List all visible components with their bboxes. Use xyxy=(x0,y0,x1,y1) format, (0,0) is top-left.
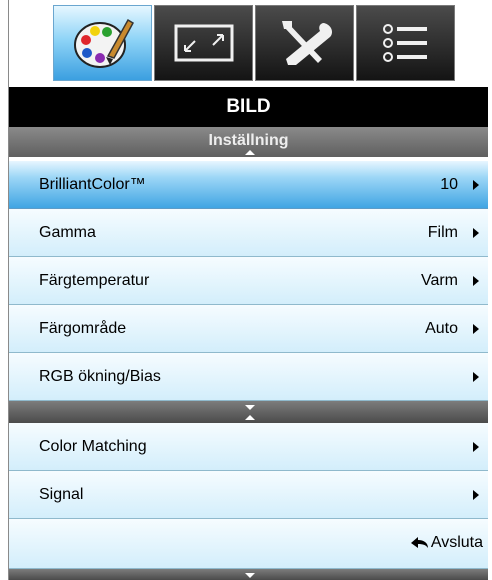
menu-item-gamma[interactable]: Gamma Film xyxy=(9,209,488,257)
osd-menu: BILD Inställning BrilliantColor™ 10 Gamm… xyxy=(8,0,488,580)
scroll-down-arrow-bottom[interactable] xyxy=(245,573,255,578)
tools-icon xyxy=(281,21,332,65)
scroll-down-arrow[interactable] xyxy=(245,405,255,410)
chevron-right-icon xyxy=(473,180,479,190)
chevron-right-icon xyxy=(473,228,479,238)
menu-item-value: Auto xyxy=(425,320,458,337)
menu-item-color-temperature[interactable]: Färgtemperatur Varm xyxy=(9,257,488,305)
menu-item-color-space[interactable]: Färgområde Auto xyxy=(9,305,488,353)
menu-item-label: Signal xyxy=(39,486,84,503)
screen-resize-icon xyxy=(174,24,233,62)
menu-title: BILD xyxy=(9,87,488,127)
chevron-right-icon xyxy=(473,490,479,500)
scroll-up-arrow-2[interactable] xyxy=(245,415,255,420)
menu-item-label: Color Matching xyxy=(39,438,147,455)
palette-icon xyxy=(73,18,134,68)
tab-picture[interactable] xyxy=(53,5,152,81)
exit-button[interactable]: Avsluta xyxy=(410,519,483,567)
menu-item-label: Färgtemperatur xyxy=(39,272,150,289)
chevron-right-icon xyxy=(473,442,479,452)
footer-row: Avsluta xyxy=(9,519,488,569)
scroll-up-arrow[interactable] xyxy=(245,150,255,155)
menu-item-label: BrilliantColor™ xyxy=(39,176,146,193)
tab-bar xyxy=(53,5,468,81)
menu-item-label: Gamma xyxy=(39,224,96,241)
menu-item-value: 10 xyxy=(440,176,458,193)
chevron-right-icon xyxy=(473,372,479,382)
return-arrow-icon xyxy=(410,537,428,548)
menu-item-label: RGB ökning/Bias xyxy=(39,368,161,385)
tab-screen[interactable] xyxy=(154,5,253,81)
menu-item-color-matching[interactable]: Color Matching xyxy=(9,423,488,471)
chevron-right-icon xyxy=(473,276,479,286)
list-icon xyxy=(382,24,427,62)
menu-item-label: Färgområde xyxy=(39,320,127,337)
menu-subtitle-text: Inställning xyxy=(208,132,289,149)
exit-label: Avsluta xyxy=(430,534,483,551)
tab-settings[interactable] xyxy=(255,5,354,81)
menu-item-value: Varm xyxy=(420,272,458,289)
menu-item-brilliantcolor[interactable]: BrilliantColor™ 10 xyxy=(9,161,488,209)
menu-item-signal[interactable]: Signal xyxy=(9,471,488,519)
menu-item-value: Film xyxy=(427,224,458,241)
tab-options[interactable] xyxy=(356,5,455,81)
chevron-right-icon xyxy=(473,324,479,334)
menu-item-rgb-gain-bias[interactable]: RGB ökning/Bias xyxy=(9,353,488,401)
